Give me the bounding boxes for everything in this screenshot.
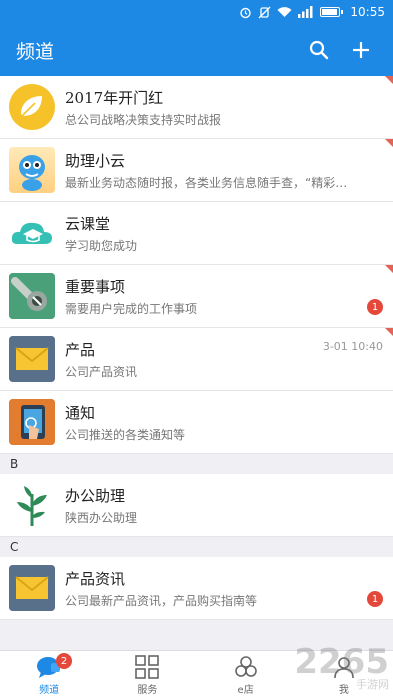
tab-label: e店 xyxy=(237,685,254,696)
grid-icon xyxy=(135,655,160,679)
corner-marker xyxy=(385,328,393,336)
alarm-icon xyxy=(239,6,252,19)
corner-marker xyxy=(385,76,393,84)
bottom-tab-bar: 2 频道 服务 e店 我 xyxy=(0,650,393,700)
channel-time: 3-01 10:40 xyxy=(322,340,383,353)
leaf-icon xyxy=(9,84,55,130)
wrench-icon xyxy=(9,273,55,319)
tab-channels[interactable]: 2 频道 xyxy=(0,651,98,700)
channel-name: 助理小云 xyxy=(65,151,126,170)
list-item[interactable]: 助理小云 最新业务动态随时报，各类业务信息随手查，“精彩… xyxy=(0,139,393,202)
tab-label: 我 xyxy=(338,685,349,696)
cloud-graduation-icon xyxy=(9,210,55,256)
circles-icon xyxy=(234,656,257,677)
list-item[interactable]: 云课堂 学习助您成功 xyxy=(0,202,393,265)
person-icon xyxy=(334,657,354,679)
search-icon xyxy=(309,40,329,60)
page-title: 频道 xyxy=(16,40,55,63)
channel-list: 2017年开门红 总公司战略决策支持实时战报 助理小云 最新业务动态随时报，各类… xyxy=(0,76,393,620)
mascot-icon xyxy=(9,147,55,193)
channel-name: 云课堂 xyxy=(65,214,111,233)
channel-desc: 公司最新产品资讯，产品购买指南等 xyxy=(65,593,258,608)
tab-me[interactable]: 我 xyxy=(295,651,393,700)
app-screen: 10:55 频道 2017年开门红 总公司战略决策支持实时战报 助理小云 最新业… xyxy=(0,0,393,700)
envelope-icon xyxy=(9,565,55,611)
list-item[interactable]: 重要事项 需要用户完成的工作事项 1 xyxy=(0,265,393,328)
corner-marker xyxy=(385,265,393,273)
section-header-b: B xyxy=(0,454,393,474)
status-time: 10:55 xyxy=(350,5,385,19)
channel-desc: 学习助您成功 xyxy=(65,238,138,253)
unread-badge: 1 xyxy=(367,591,383,607)
tab-label: 服务 xyxy=(137,685,158,696)
section-header-c: C xyxy=(0,537,393,557)
tab-badge: 2 xyxy=(56,653,72,669)
add-button[interactable] xyxy=(343,32,379,68)
channel-desc: 需要用户完成的工作事项 xyxy=(65,301,198,316)
channel-name: 办公助理 xyxy=(65,486,126,505)
battery-icon xyxy=(320,7,344,17)
app-bar: 频道 xyxy=(0,24,393,76)
status-bar: 10:55 xyxy=(0,0,393,24)
channel-desc: 陕西办公助理 xyxy=(65,510,138,525)
list-item[interactable]: 办公助理 陕西办公助理 xyxy=(0,474,393,537)
list-item[interactable]: 产品 公司产品资讯 3-01 10:40 xyxy=(0,328,393,391)
channel-name: 2017年开门红 xyxy=(65,88,164,107)
tab-label: 频道 xyxy=(39,685,60,696)
channel-desc: 总公司战略决策支持实时战报 xyxy=(65,112,222,127)
channel-desc: 最新业务动态随时报，各类业务信息随手查，“精彩… xyxy=(65,175,348,190)
tablet-touch-icon xyxy=(9,399,55,445)
mute-icon xyxy=(258,6,271,19)
signal-icon xyxy=(298,6,314,18)
wifi-icon xyxy=(277,6,292,18)
corner-marker xyxy=(385,139,393,147)
list-item[interactable]: 产品资讯 公司最新产品资讯，产品购买指南等 1 xyxy=(0,557,393,620)
channel-name: 产品资讯 xyxy=(65,569,126,588)
tab-eshop[interactable]: e店 xyxy=(197,651,295,700)
unread-badge: 1 xyxy=(367,299,383,315)
plant-icon xyxy=(9,482,55,528)
plus-icon xyxy=(353,42,369,58)
envelope-icon xyxy=(9,336,55,382)
channel-name: 重要事项 xyxy=(65,277,126,296)
channel-desc: 公司推送的各类通知等 xyxy=(65,427,186,442)
list-item[interactable]: 通知 公司推送的各类通知等 xyxy=(0,391,393,454)
list-item[interactable]: 2017年开门红 总公司战略决策支持实时战报 xyxy=(0,76,393,139)
channel-name: 通知 xyxy=(65,403,96,422)
channel-desc: 公司产品资讯 xyxy=(65,364,138,379)
tab-services[interactable]: 服务 xyxy=(98,651,196,700)
search-button[interactable] xyxy=(301,32,337,68)
